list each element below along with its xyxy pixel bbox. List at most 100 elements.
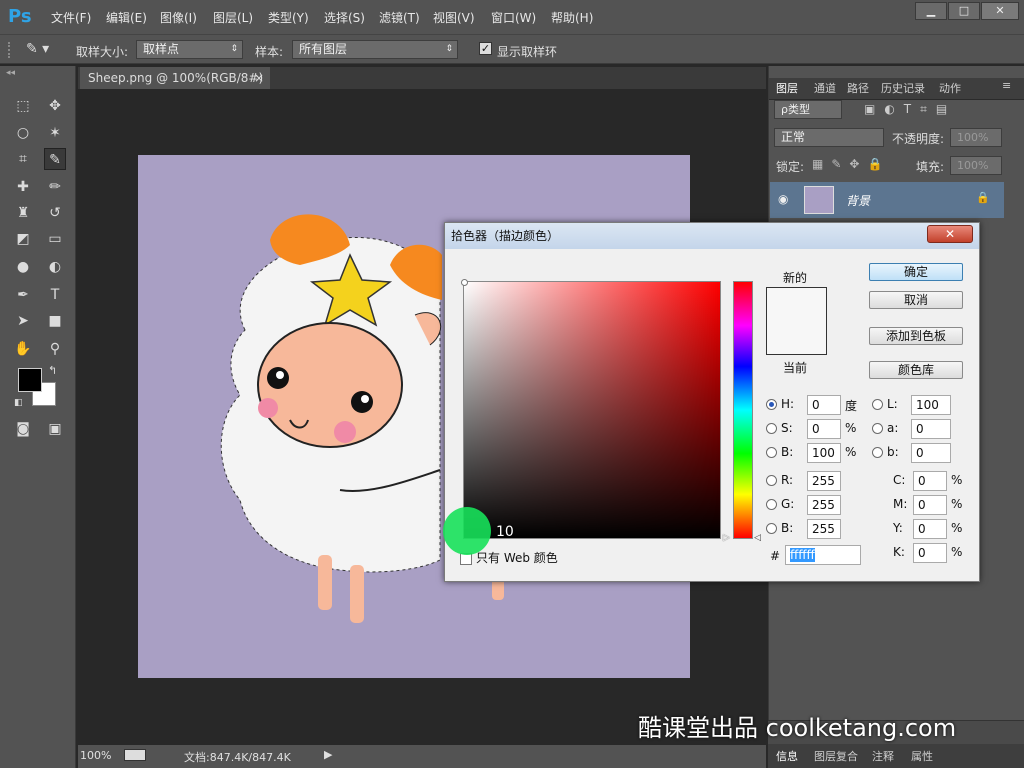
- sample-size-select[interactable]: 取样点 ⇕: [136, 40, 243, 59]
- menu-image[interactable]: 图像(I): [160, 9, 197, 25]
- marquee-tool-icon[interactable]: ⬚: [12, 95, 34, 117]
- filter-type-select[interactable]: ρ类型: [774, 100, 842, 119]
- sample-select[interactable]: 所有图层 ⇕: [292, 40, 458, 59]
- type-tool-icon[interactable]: T: [44, 284, 66, 306]
- panel-menu-icon[interactable]: ≡: [1002, 79, 1011, 92]
- cyan-input[interactable]: 0: [913, 471, 947, 491]
- dialog-title-bar[interactable]: 拾色器（描边颜色）: [445, 223, 979, 249]
- brightness-input[interactable]: 100: [807, 443, 841, 463]
- menu-edit[interactable]: 编辑(E): [106, 9, 147, 25]
- color-libraries-button[interactable]: 颜色库: [869, 361, 963, 379]
- history-brush-icon[interactable]: ↺: [44, 202, 66, 224]
- tab-channels[interactable]: 通道: [814, 80, 836, 98]
- tab-layers[interactable]: 图层: [776, 80, 798, 98]
- lab-a-radio[interactable]: [872, 423, 883, 434]
- close-dialog-button[interactable]: ✕: [927, 225, 973, 243]
- dodge-tool-icon[interactable]: ◐: [44, 256, 66, 278]
- quick-mask-icon[interactable]: ◙: [12, 418, 34, 440]
- menu-select[interactable]: 选择(S): [324, 9, 365, 25]
- collapse-arrows-icon[interactable]: ◂◂: [6, 68, 15, 78]
- brightness-radio[interactable]: [766, 447, 777, 458]
- gradient-tool-icon[interactable]: ▭: [44, 228, 66, 250]
- hue-slider-right-arrow-icon[interactable]: ◁: [754, 533, 761, 543]
- tab-actions[interactable]: 动作: [939, 80, 961, 98]
- move-tool-icon[interactable]: ✥: [44, 95, 66, 117]
- cancel-button[interactable]: 取消: [869, 291, 963, 309]
- add-to-swatches-button[interactable]: 添加到色板: [869, 327, 963, 345]
- black-input[interactable]: 0: [913, 543, 947, 563]
- brush-tool-icon[interactable]: ✏: [44, 176, 66, 198]
- zoom-level[interactable]: 100%: [80, 749, 111, 762]
- default-colors-icon[interactable]: ◧: [14, 398, 23, 408]
- status-icon[interactable]: [124, 749, 146, 761]
- tab-layer-comps[interactable]: 图层复合: [814, 748, 858, 766]
- ok-button[interactable]: 确定: [869, 263, 963, 281]
- hue-slider[interactable]: [733, 281, 753, 539]
- pen-tool-icon[interactable]: ✒: [12, 284, 34, 306]
- layer-name[interactable]: 背景: [846, 192, 870, 209]
- color-field-cursor[interactable]: [461, 279, 468, 286]
- zoom-tool-icon[interactable]: ⚲: [44, 338, 66, 360]
- eye-icon[interactable]: ◉: [778, 192, 788, 206]
- menu-help[interactable]: 帮助(H): [551, 9, 593, 25]
- foreground-color-front[interactable]: [18, 368, 42, 392]
- minimize-button[interactable]: ▁: [915, 2, 947, 20]
- maximize-button[interactable]: □: [948, 2, 980, 20]
- menu-view[interactable]: 视图(V): [433, 9, 475, 25]
- hand-tool-icon[interactable]: ✋: [12, 338, 34, 360]
- saturation-input[interactable]: 0: [807, 419, 841, 439]
- red-input[interactable]: 255: [807, 471, 841, 491]
- tab-info[interactable]: 信息: [776, 748, 798, 766]
- eraser-tool-icon[interactable]: ◩: [12, 228, 34, 250]
- hex-input[interactable]: ffffff: [785, 545, 861, 565]
- blur-tool-icon[interactable]: ●: [12, 256, 34, 278]
- grip-handle[interactable]: [8, 42, 12, 58]
- tab-history[interactable]: 历史记录: [881, 80, 925, 98]
- eyedropper-tool-icon[interactable]: ✎: [44, 148, 66, 170]
- tab-notes[interactable]: 注释: [872, 748, 894, 766]
- hue-input[interactable]: 0: [807, 395, 841, 415]
- menu-filter[interactable]: 滤镜(T): [379, 9, 420, 25]
- magic-wand-tool-icon[interactable]: ✶: [44, 122, 66, 144]
- menu-window[interactable]: 窗口(W): [491, 9, 536, 25]
- path-selection-icon[interactable]: ➤: [12, 310, 34, 332]
- green-radio[interactable]: [766, 499, 777, 510]
- lab-l-radio[interactable]: [872, 399, 883, 410]
- saturation-brightness-field[interactable]: [463, 281, 721, 539]
- layer-row-background[interactable]: ◉ 背景 🔒: [770, 182, 1004, 218]
- green-input[interactable]: 255: [807, 495, 841, 515]
- crop-tool-icon[interactable]: ⌗: [12, 148, 34, 170]
- hue-slider-left-arrow-icon[interactable]: ▷: [723, 533, 730, 543]
- menu-type[interactable]: 类型(Y): [268, 9, 309, 25]
- lock-icons[interactable]: ▦✎✥🔒: [812, 157, 890, 171]
- magenta-input[interactable]: 0: [913, 495, 947, 515]
- menu-file[interactable]: 文件(F): [51, 9, 91, 25]
- fill-input[interactable]: 100%: [950, 156, 1002, 175]
- clone-stamp-icon[interactable]: ♜: [12, 202, 34, 224]
- swap-colors-icon[interactable]: ↰: [48, 364, 57, 377]
- lab-a-input[interactable]: 0: [911, 419, 951, 439]
- red-radio[interactable]: [766, 475, 777, 486]
- hue-radio[interactable]: [766, 399, 777, 410]
- close-window-button[interactable]: ✕: [981, 2, 1019, 20]
- document-tab[interactable]: Sheep.png @ 100%(RGB/8#) * ×: [80, 67, 270, 107]
- status-menu-arrow-icon[interactable]: ▶: [324, 748, 332, 761]
- lab-b-radio[interactable]: [872, 447, 883, 458]
- saturation-radio[interactable]: [766, 423, 777, 434]
- yellow-input[interactable]: 0: [913, 519, 947, 539]
- blue-input[interactable]: 255: [807, 519, 841, 539]
- screen-mode-icon[interactable]: ▣: [44, 418, 66, 440]
- filter-icons[interactable]: ▣◐T⌗▤: [864, 102, 956, 117]
- tab-paths[interactable]: 路径: [847, 80, 869, 98]
- blend-mode-select[interactable]: 正常: [774, 128, 884, 147]
- lab-l-input[interactable]: 100: [911, 395, 951, 415]
- close-tab-icon[interactable]: ×: [254, 67, 264, 89]
- opacity-input[interactable]: 100%: [950, 128, 1002, 147]
- menu-layer[interactable]: 图层(L): [213, 9, 253, 25]
- healing-brush-icon[interactable]: ✚: [12, 176, 34, 198]
- tab-properties[interactable]: 属性: [911, 748, 933, 766]
- lab-b-input[interactable]: 0: [911, 443, 951, 463]
- rectangle-tool-icon[interactable]: ■: [44, 310, 66, 332]
- lasso-tool-icon[interactable]: ○: [12, 122, 34, 144]
- show-ring-checkbox[interactable]: ✓: [479, 42, 492, 55]
